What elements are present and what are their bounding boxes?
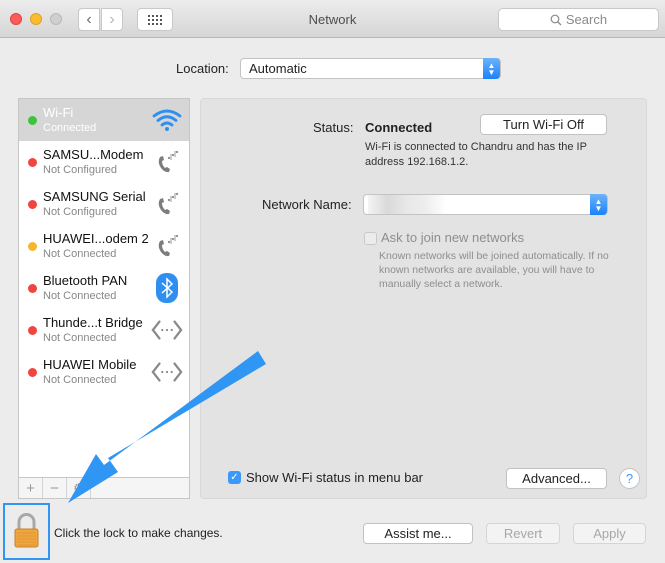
service-item[interactable]: Thunde...t Bridge Not Connected [19,309,189,351]
phone-modem-icon [151,189,183,219]
bluetooth-icon [151,273,183,303]
service-list-footer: + − ⚙ [19,477,189,498]
service-name: Bluetooth PAN [43,273,128,288]
service-status: Not Connected [43,332,117,344]
network-name-select[interactable]: ▲ ▼ [363,194,608,215]
phone-modem-icon [151,231,183,261]
search-placeholder: Search [565,12,608,27]
service-item[interactable]: SAMSU...Modem Not Configured [19,141,189,183]
turn-wifi-off-button[interactable]: Turn Wi-Fi Off [480,114,607,135]
titlebar: ‹ › Network Search [0,0,665,38]
detail-pane: Status: Connected Turn Wi-Fi Off Wi-Fi i… [200,98,647,499]
add-service-button[interactable]: + [19,478,43,498]
help-button[interactable]: ? [619,468,640,489]
status-dot [28,200,37,209]
service-name: SAMSU...Modem [43,147,144,162]
lock-hint: Click the lock to make changes. [54,526,223,540]
search-icon [550,14,562,25]
service-status: Not Configured [43,164,117,176]
wifi-icon [151,105,183,135]
service-item[interactable]: SAMSUNG Serial Not Configured [19,183,189,225]
ask-join-description: Known networks will be joined automatica… [379,250,609,290]
gear-icon: ⚙ [73,481,84,495]
service-name: HUAWEI Mobile [43,357,137,372]
remove-service-button[interactable]: − [43,478,67,498]
status-dot [28,242,37,251]
status-dot [28,368,37,377]
ethernet-icon [151,315,183,345]
ethernet-icon [151,357,183,387]
checkmark-icon: ✓ [230,472,239,483]
ask-join-label: Ask to join new networks [381,230,525,245]
show-status-label: Show Wi-Fi status in menu bar [246,470,424,485]
status-dot [28,326,37,335]
location-value: Automatic [249,61,307,76]
service-status: Not Connected [43,290,117,302]
advanced-button[interactable]: Advanced... [506,468,607,489]
service-list: Wi-Fi Connected SAMSU...Modem Not Configure… [18,98,190,499]
revert-button[interactable]: Revert [486,523,560,544]
service-name: SAMSUNG Serial [43,189,146,204]
service-item[interactable]: Wi-Fi Connected [19,99,189,141]
location-label: Location: [176,61,229,76]
service-item[interactable]: HUAWEI...odem 2 Not Connected [19,225,189,267]
status-dot [28,284,37,293]
service-item[interactable]: HUAWEI Mobile Not Connected [19,351,189,393]
ask-join-checkbox[interactable] [364,232,377,245]
location-select[interactable]: Automatic ▲ ▼ [240,58,501,79]
network-name-label: Network Name: [262,197,352,212]
status-label: Status: [313,120,354,135]
apply-button[interactable]: Apply [573,523,646,544]
question-icon: ? [625,471,634,486]
lock-button[interactable] [3,503,50,560]
show-status-checkbox[interactable]: ✓ [228,471,241,484]
updown-chevron-icon: ▲ ▼ [590,194,607,215]
status-value: Connected [365,120,433,135]
service-status: Not Connected [43,248,117,260]
service-actions-button[interactable]: ⚙ [67,478,91,498]
search-input[interactable]: Search [498,8,659,31]
phone-modem-icon [151,147,183,177]
service-status: Connected [43,122,97,134]
updown-chevron-icon: ▲ ▼ [483,58,500,79]
assist-me-button[interactable]: Assist me... [363,523,473,544]
status-dot [28,116,37,125]
service-name: Wi-Fi [43,105,74,120]
service-item[interactable]: Bluetooth PAN Not Connected [19,267,189,309]
status-description: Wi-Fi is connected to Chandru and has th… [365,141,587,168]
service-name: Thunde...t Bridge [43,315,143,330]
service-status: Not Configured [43,206,117,218]
network-name-redacted [368,195,446,214]
status-dot [28,158,37,167]
lock-icon [14,513,39,548]
service-name: HUAWEI...odem 2 [43,231,149,246]
service-status: Not Connected [43,374,117,386]
